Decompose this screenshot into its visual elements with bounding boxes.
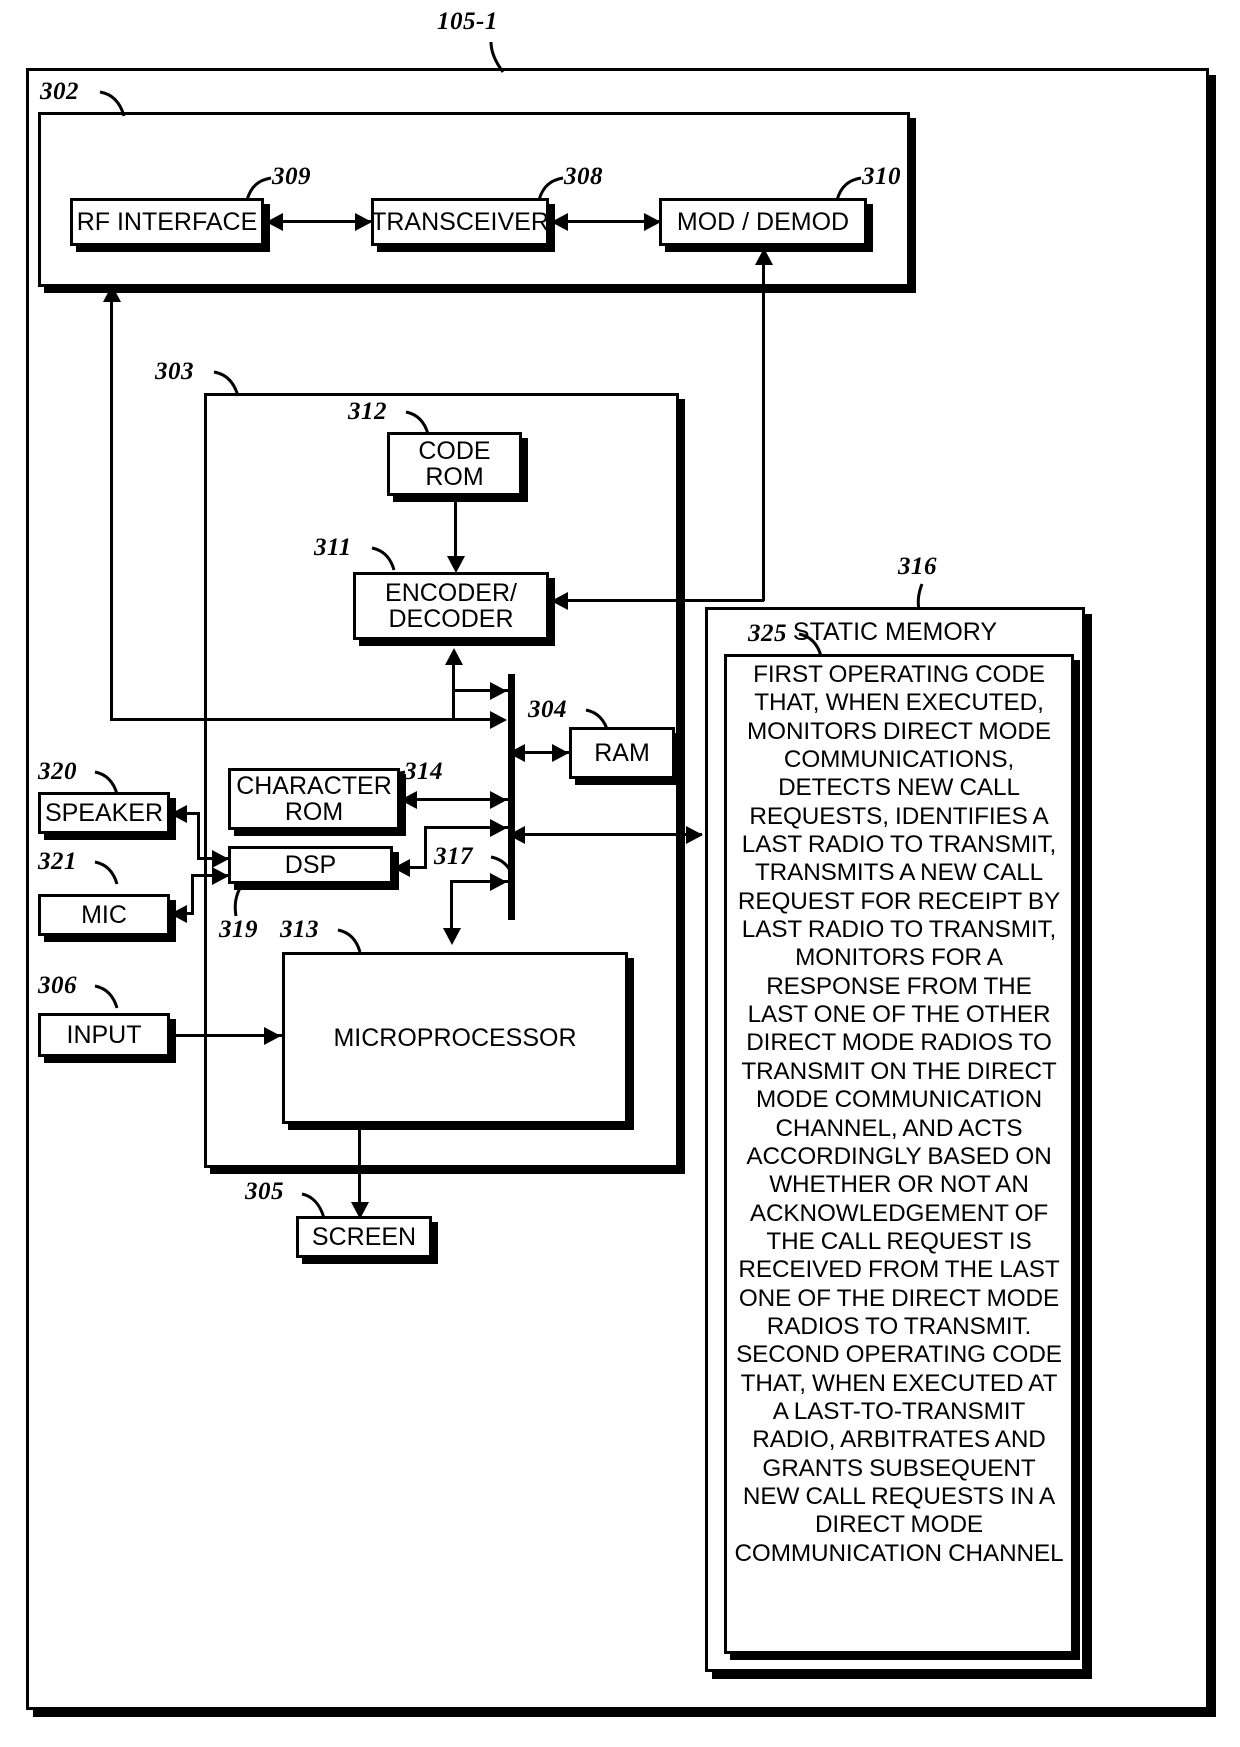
patent-figure: 105-1 302 309 RF INTERFACE 308 TRANSCEIV… [0,0,1240,1747]
ref-label-screen: 305 [245,1178,284,1205]
link-moddemod-encoder-vert [762,263,765,601]
arrowhead-right-bus-b [490,681,507,700]
encoder-line1: ENCODER/ [385,578,517,607]
code-rom-line2: ROM [425,463,484,491]
arrowhead-down-microprocessor [442,928,461,945]
character-rom-line2: ROM [284,798,344,826]
arrowhead-down-encoder [446,556,465,573]
leader-input [93,982,133,1014]
block-mod-demod[interactable]: MOD / DEMOD [659,198,867,246]
encoder-line2: DECODER [388,605,514,633]
block-encoder-decoder[interactable]: ENCODER/ DECODER [353,572,549,640]
block-character-rom[interactable]: CHARACTER ROM [228,768,400,830]
arrowhead-left-mic [170,904,187,923]
arrowhead-left-charrom [400,790,417,809]
arrowhead-left-speaker [170,804,187,823]
arrowhead-left-rf [266,212,283,231]
arrowhead-up-rfinterface [102,285,121,302]
block-ram[interactable]: RAM [569,727,675,779]
arrowhead-right-transceiver [355,212,372,231]
character-rom-line1: CHARACTER [236,771,392,800]
leader-mic [93,858,133,890]
arrowhead-left-transceiver [551,212,568,231]
arrowhead-up-moddemod [754,248,773,265]
block-transceiver[interactable]: TRANSCEIVER [371,198,549,246]
arrowhead-right-bus-e [490,872,507,891]
block-code-rom[interactable]: CODE ROM [387,432,522,496]
ref-label-processing: 303 [155,358,194,385]
arrowhead-right-dsp-b [212,866,229,885]
arrowhead-right-bus-d [490,818,507,837]
link-dsp-speaker-vert [197,812,200,860]
leader-rf-section [98,88,142,122]
leader-operating-code [797,630,837,662]
code-rom-line1: CODE [418,436,491,465]
link-rf-bus-vert [110,300,113,720]
arrowhead-right-bus-a [490,710,507,729]
ref-label-speaker: 320 [38,758,77,785]
arrowhead-right-ram [552,743,569,762]
ref-label-mic: 321 [38,848,77,875]
arrowhead-up-encoderdecoder [444,648,463,665]
link-moddemod-encoder-horz [566,599,764,602]
block-screen[interactable]: SCREEN [296,1216,432,1258]
arrowhead-left-encoder [551,591,568,610]
block-mic[interactable]: MIC [38,894,170,936]
link-mic-dsp-vert [191,874,194,914]
ref-label-operating-code: 325 [748,620,787,647]
operating-code-text: FIRST OPERATING CODE THAT, WHEN EXECUTED… [734,661,1064,1567]
block-speaker[interactable]: SPEAKER [38,792,170,834]
leader-dsp [228,886,254,920]
arrowhead-right-microprocessor [264,1026,281,1045]
block-rf-interface[interactable]: RF INTERFACE [70,198,264,246]
arrowhead-left-bus-ram [508,743,525,762]
link-coderom-encoder [454,497,457,559]
arrowhead-right-staticmemory [686,825,703,844]
static-memory-box[interactable]: STATIC MEMORY FIRST OPERATING CODE THAT,… [705,607,1085,1672]
operating-code-box[interactable]: FIRST OPERATING CODE THAT, WHEN EXECUTED… [724,654,1074,1654]
link-rf-bus-horz [110,718,502,721]
link-bus-micro-vert [450,880,453,932]
ref-label-rf-section: 302 [40,78,79,105]
link-dsp-bus-vert [424,826,427,868]
ref-label-input: 306 [38,972,77,999]
arrowhead-left-bus-staticmem [508,825,525,844]
block-input[interactable]: INPUT [38,1013,170,1057]
ref-label-static-memory: 316 [898,553,937,580]
block-microprocessor[interactable]: MICROPROCESSOR [282,952,628,1124]
ref-label-radio: 105-1 [437,8,498,35]
leader-radio [487,40,527,74]
link-micro-screen [358,1124,361,1214]
link-bus-staticmemory [512,833,702,836]
bus-304 [508,674,515,920]
arrowhead-right-dsp-a [212,849,229,868]
arrowhead-left-dsp [393,858,410,877]
leader-processing [212,368,256,402]
arrowhead-right-bus-c [490,790,507,809]
block-dsp[interactable]: DSP [228,846,393,884]
